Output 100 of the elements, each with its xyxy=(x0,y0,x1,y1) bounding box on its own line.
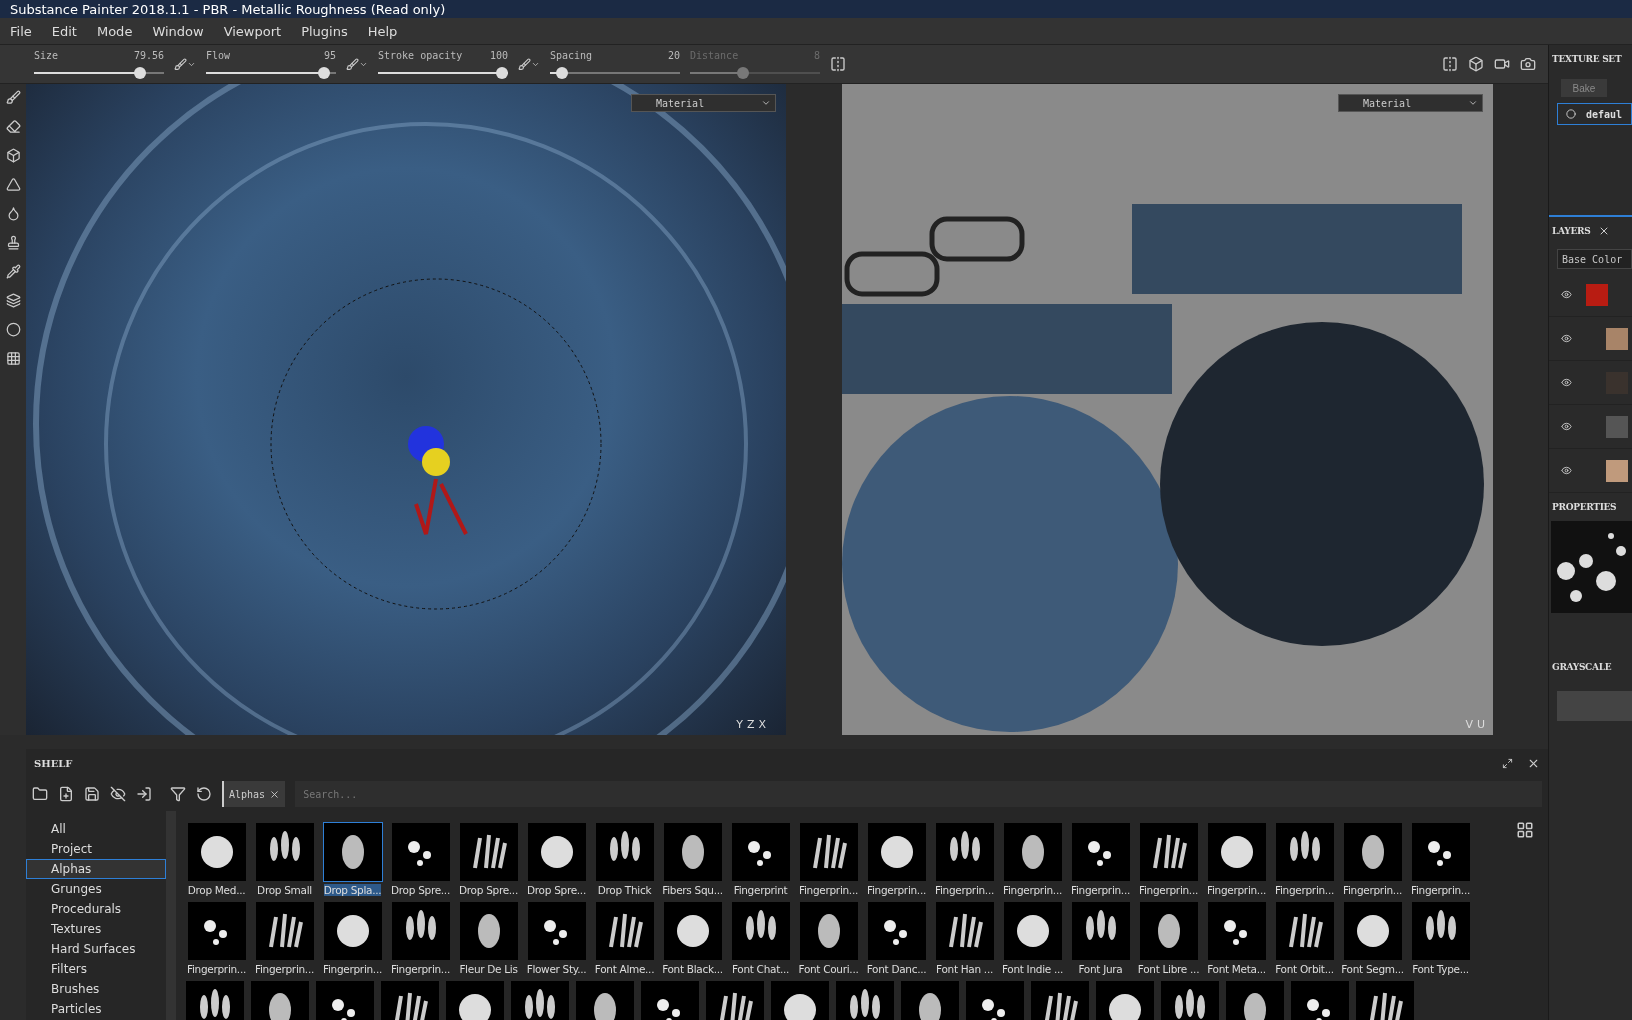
alpha-thumbnail[interactable] xyxy=(731,902,790,960)
tool-icon[interactable] xyxy=(5,235,21,250)
eye-off-icon[interactable] xyxy=(110,786,126,802)
alpha-thumbnail[interactable] xyxy=(459,823,518,881)
channel-dropdown[interactable]: Base Color xyxy=(1557,249,1632,269)
close-icon[interactable] xyxy=(269,788,281,800)
save-icon[interactable] xyxy=(84,786,100,802)
menu-item[interactable]: Mode xyxy=(86,23,143,39)
alpha-thumbnail[interactable] xyxy=(255,902,314,960)
channel-dropdown[interactable]: Material xyxy=(631,94,776,112)
new-file-icon[interactable] xyxy=(58,786,74,802)
alpha-thumbnail[interactable] xyxy=(1411,902,1470,960)
alpha-thumbnail[interactable] xyxy=(255,823,314,881)
folder-icon[interactable] xyxy=(32,786,48,802)
filter-icon[interactable] xyxy=(170,786,186,802)
tool-icon[interactable] xyxy=(5,206,21,221)
alpha-thumbnail[interactable] xyxy=(799,823,858,881)
alpha-thumbnail[interactable] xyxy=(663,902,722,960)
category-item[interactable]: Project xyxy=(26,839,166,859)
tool-icon[interactable] xyxy=(5,119,21,134)
eye-icon[interactable] xyxy=(1561,465,1572,476)
alpha-thumbnail[interactable] xyxy=(323,823,382,881)
alpha-thumbnail[interactable] xyxy=(595,902,654,960)
alpha-thumbnail[interactable] xyxy=(391,823,450,881)
category-item[interactable]: All xyxy=(26,819,166,839)
category-item[interactable]: Filters xyxy=(26,959,166,979)
menu-item[interactable]: Edit xyxy=(41,23,87,39)
tool-icon[interactable] xyxy=(5,90,21,105)
camera-icon[interactable] xyxy=(1520,56,1536,72)
viewport-2d[interactable]: Material V U xyxy=(842,84,1493,735)
alpha-thumbnail[interactable] xyxy=(1207,823,1266,881)
reset-icon[interactable] xyxy=(196,786,212,802)
alpha-thumbnail[interactable] xyxy=(731,823,790,881)
eye-icon[interactable] xyxy=(1561,421,1572,432)
alpha-thumbnail[interactable] xyxy=(1071,902,1130,960)
alpha-thumbnail[interactable] xyxy=(323,902,382,960)
category-item[interactable]: Procedurals xyxy=(26,899,166,919)
grid-view-icon[interactable] xyxy=(1516,821,1534,839)
alpha-thumbnail[interactable] xyxy=(459,902,518,960)
brush-icon[interactable] xyxy=(174,57,196,71)
slider-thumb[interactable] xyxy=(134,66,147,79)
alpha-thumbnail[interactable] xyxy=(799,902,858,960)
alpha-thumbnail[interactable] xyxy=(1275,902,1334,960)
alpha-thumbnail[interactable] xyxy=(1207,902,1266,960)
channel-dropdown[interactable]: Material xyxy=(1338,94,1483,112)
split-view-icon[interactable] xyxy=(1442,56,1458,72)
alpha-thumbnail[interactable] xyxy=(527,902,586,960)
menu-item[interactable]: Plugins xyxy=(291,23,358,39)
menu-item[interactable]: Viewport xyxy=(213,23,292,39)
menu-item[interactable]: File xyxy=(0,23,42,39)
filter-chip[interactable]: Alphas xyxy=(222,781,286,807)
eye-icon[interactable] xyxy=(1561,377,1572,388)
category-item[interactable]: Textures xyxy=(26,919,166,939)
tool-icon[interactable] xyxy=(5,322,21,337)
category-item[interactable]: Hard Surfaces xyxy=(26,939,166,959)
tool-icon[interactable] xyxy=(5,177,21,192)
tool-icon[interactable] xyxy=(5,293,21,308)
alpha-thumbnail[interactable] xyxy=(187,902,246,960)
menu-item[interactable]: Window xyxy=(142,23,214,39)
alpha-thumbnail[interactable] xyxy=(1343,823,1402,881)
import-icon[interactable] xyxy=(136,786,152,802)
texture-set-item[interactable]: defaul xyxy=(1557,103,1632,125)
alpha-thumbnail[interactable] xyxy=(527,823,586,881)
alpha-thumbnail[interactable] xyxy=(663,823,722,881)
alpha-thumbnail[interactable] xyxy=(935,823,994,881)
menu-item[interactable]: Help xyxy=(357,23,408,39)
alpha-thumbnail[interactable] xyxy=(1275,823,1334,881)
search-field[interactable]: Search... xyxy=(295,781,1542,807)
camera-video-icon[interactable] xyxy=(1494,56,1510,72)
alpha-thumbnail[interactable] xyxy=(187,823,246,881)
category-item[interactable]: Alphas xyxy=(26,859,166,879)
category-item[interactable]: Grunges xyxy=(26,879,166,899)
tool-icon[interactable] xyxy=(5,148,21,163)
alpha-thumbnail[interactable] xyxy=(867,902,926,960)
eye-icon[interactable] xyxy=(1561,289,1572,300)
viewport-3d[interactable]: Material Y Z X xyxy=(26,84,786,735)
alpha-thumbnail[interactable] xyxy=(1139,823,1198,881)
alpha-thumbnail[interactable] xyxy=(391,902,450,960)
alpha-thumbnail[interactable] xyxy=(867,823,926,881)
tool-icon[interactable] xyxy=(5,264,21,279)
alpha-thumbnail[interactable] xyxy=(935,902,994,960)
alpha-thumbnail[interactable] xyxy=(595,823,654,881)
alpha-thumbnail[interactable] xyxy=(1003,823,1062,881)
eye-icon[interactable] xyxy=(1561,333,1572,344)
category-item[interactable]: Brushes xyxy=(26,979,166,999)
alpha-thumbnail[interactable] xyxy=(1343,902,1402,960)
mirror-icon[interactable] xyxy=(830,56,846,72)
cube-icon[interactable] xyxy=(1468,56,1484,72)
alpha-thumbnail[interactable] xyxy=(1139,902,1198,960)
alpha-thumbnail[interactable] xyxy=(1071,823,1130,881)
alpha-thumbnail[interactable] xyxy=(1411,823,1470,881)
slider-thumb[interactable] xyxy=(318,66,331,79)
slider-thumb[interactable] xyxy=(555,66,568,79)
slider-thumb[interactable] xyxy=(496,66,508,79)
brush-icon[interactable] xyxy=(346,57,368,71)
tool-icon[interactable] xyxy=(5,351,21,366)
brush-icon[interactable] xyxy=(518,57,540,71)
maximize-icon[interactable] xyxy=(1502,756,1513,770)
category-item[interactable]: Particles xyxy=(26,999,166,1019)
alpha-thumbnail[interactable] xyxy=(1003,902,1062,960)
